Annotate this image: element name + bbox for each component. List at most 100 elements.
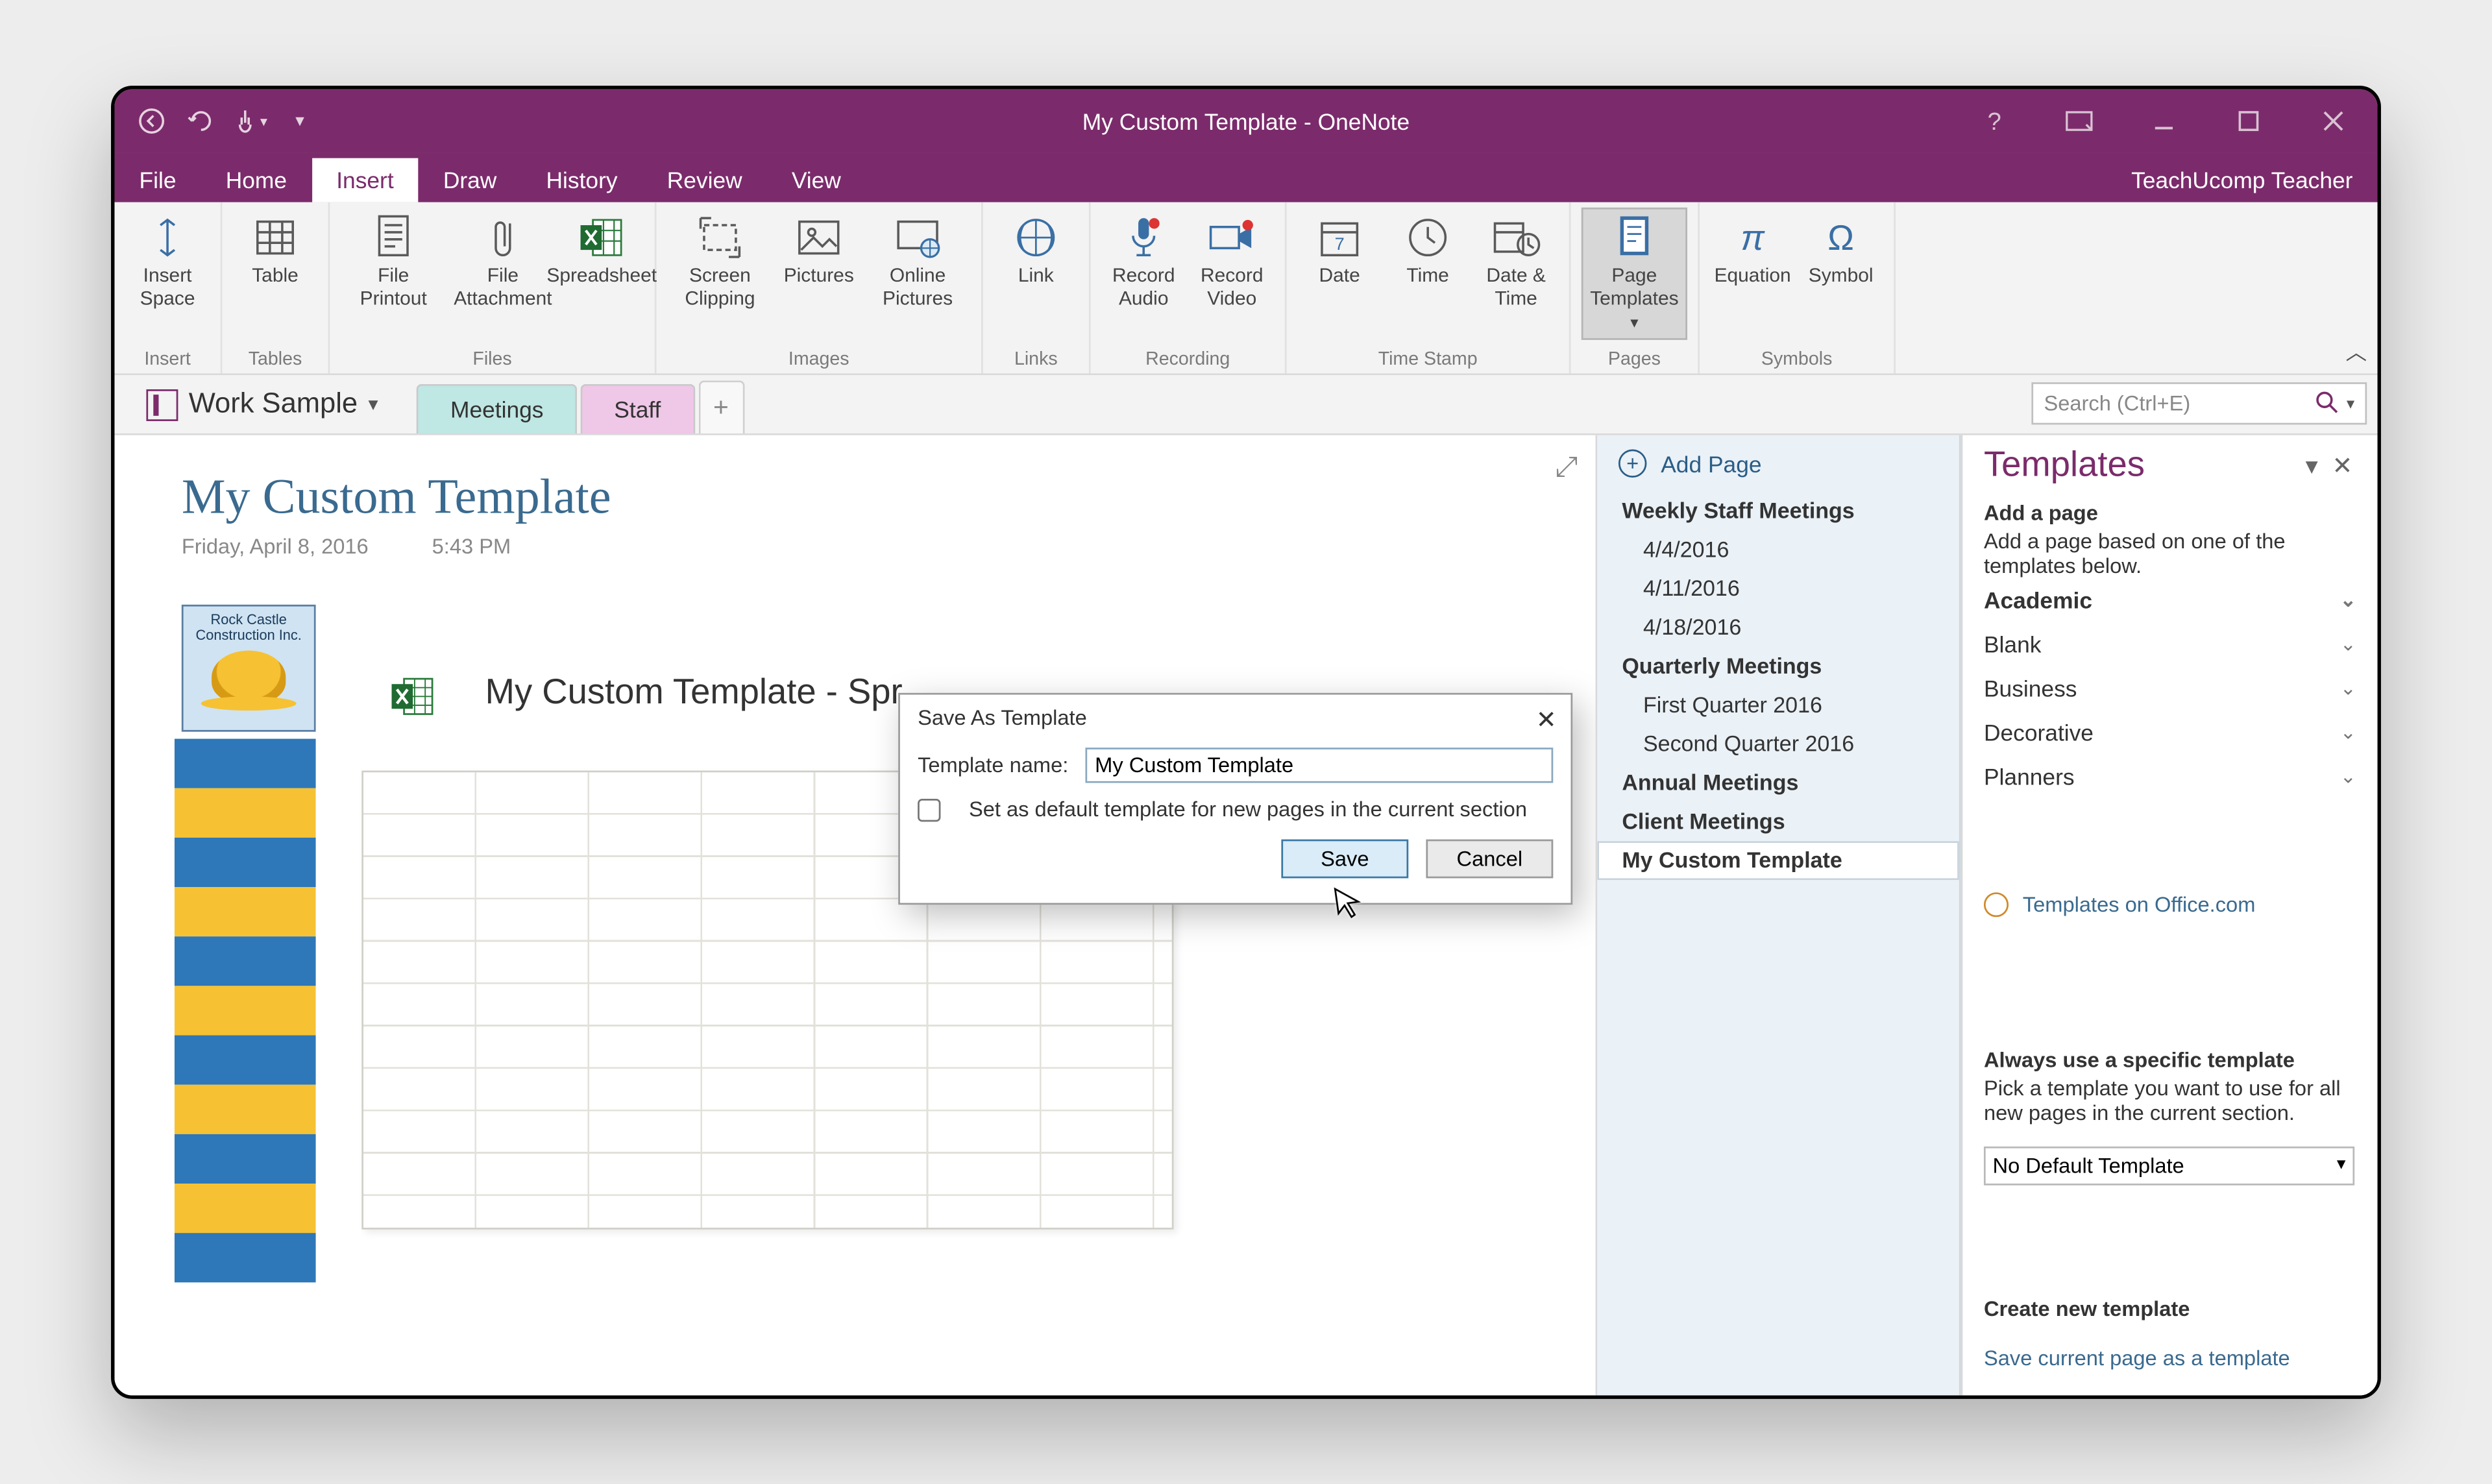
menu-file[interactable]: File xyxy=(114,158,201,202)
chevron-down-icon: ⌄ xyxy=(2340,633,2356,655)
menu-tab-home[interactable]: Home xyxy=(201,158,312,202)
time-button[interactable]: Time xyxy=(1386,207,1471,293)
save-template-link[interactable]: Save current page as a template xyxy=(1962,1339,2377,1378)
record-audio-button[interactable]: RecordAudio xyxy=(1101,207,1186,317)
record-video-button[interactable]: RecordVideo xyxy=(1190,207,1275,317)
search-input[interactable]: Search (Ctrl+E) ▾ xyxy=(2031,382,2367,424)
insert-space-label: InsertSpace xyxy=(140,265,195,311)
page-canvas[interactable]: ⤢ My Custom Template Friday, April 8, 20… xyxy=(114,435,1597,1395)
back-icon[interactable] xyxy=(132,101,171,140)
template-category-business[interactable]: Business⌄ xyxy=(1962,666,2377,711)
chevron-down-icon: ▾ xyxy=(2337,1155,2346,1174)
help-icon[interactable]: ? xyxy=(1957,94,2031,147)
undo-icon[interactable] xyxy=(182,101,221,140)
pictures-button[interactable]: Pictures xyxy=(776,207,861,293)
link-button[interactable]: Link xyxy=(994,207,1079,293)
page-title[interactable]: My Custom Template xyxy=(114,435,1595,533)
menu-tab-insert[interactable]: Insert xyxy=(312,158,419,202)
page-list-item[interactable]: 4/11/2016 xyxy=(1597,569,1959,608)
chevron-down-icon: ▾ xyxy=(368,393,378,415)
save-button[interactable]: Save xyxy=(1281,839,1408,878)
menu-tab-draw[interactable]: Draw xyxy=(419,158,522,202)
dialog-close-icon[interactable]: ✕ xyxy=(1536,705,1557,735)
ribbon-group-tables: Table Tables xyxy=(222,202,330,373)
page-list-panel: + Add Page Weekly Staff Meetings4/4/2016… xyxy=(1597,435,1961,1395)
default-template-label: Set as default template for new pages in… xyxy=(969,797,1527,821)
ribbon-group-label: Links xyxy=(1014,345,1058,370)
menu-tab-view[interactable]: View xyxy=(767,158,866,202)
menu-tabs: File HomeInsertDrawHistoryReviewView Tea… xyxy=(114,152,2377,202)
default-template-select[interactable]: No Default Template ▾ xyxy=(1984,1145,2354,1184)
chevron-down-icon: ⌄ xyxy=(2340,589,2356,611)
search-scope-icon[interactable]: ▾ xyxy=(2347,393,2354,413)
spreadsheet-button[interactable]: Spreadsheet xyxy=(559,207,644,293)
add-page-button[interactable]: + Add Page xyxy=(1597,435,1959,491)
ribbon-group-recording: RecordAudioRecordVideoRecording xyxy=(1091,202,1287,373)
page-list-item[interactable]: First Quarter 2016 xyxy=(1597,685,1959,724)
cancel-button[interactable]: Cancel xyxy=(1426,839,1553,878)
touch-mode-icon[interactable]: ▾ xyxy=(231,101,270,140)
section-bar: Work Sample ▾ MeetingsStaff + Search (Ct… xyxy=(114,375,2377,435)
logo-image[interactable]: Rock Castle Construction Inc. xyxy=(182,604,316,731)
template-name-input[interactable] xyxy=(1086,748,1554,783)
account-name[interactable]: TeachUcomp Teacher xyxy=(2107,158,2378,202)
ribbon-group-insert: InsertSpaceInsert xyxy=(114,202,222,373)
screen-clipping-button[interactable]: ScreenClipping xyxy=(667,207,773,317)
default-template-checkbox[interactable] xyxy=(918,797,940,820)
file-attachment-button[interactable]: FileAttachment xyxy=(450,207,556,317)
page-list-item[interactable]: 4/4/2016 xyxy=(1597,530,1959,569)
maximize-icon[interactable] xyxy=(2212,94,2286,147)
section-tab-meetings[interactable]: Meetings xyxy=(417,383,577,433)
date-time-button[interactable]: Date &Time xyxy=(1474,207,1559,317)
file-attachment-icon xyxy=(478,212,528,262)
menu-tab-review[interactable]: Review xyxy=(642,158,767,202)
page-list-item[interactable]: Quarterly Meetings xyxy=(1597,647,1959,686)
section-tab-staff[interactable]: Staff xyxy=(581,383,694,433)
insert-space-button[interactable]: InsertSpace xyxy=(125,207,210,317)
ribbon-group-time-stamp: 7DateTimeDate &TimeTime Stamp xyxy=(1287,202,1571,373)
date-button[interactable]: 7Date xyxy=(1297,207,1382,293)
page-list-item[interactable]: My Custom Template xyxy=(1597,841,1959,880)
qat-customize-icon[interactable]: ▾ xyxy=(280,101,319,140)
chevron-down-icon: ⌄ xyxy=(2340,765,2356,788)
link-icon xyxy=(1011,212,1060,262)
spreadsheet-title[interactable]: My Custom Template - Spr xyxy=(485,673,903,714)
template-category-decorative[interactable]: Decorative⌄ xyxy=(1962,711,2377,755)
ribbon-group-label: Tables xyxy=(249,345,302,370)
table-button[interactable]: Table xyxy=(233,207,318,293)
page-list-item[interactable]: Annual Meetings xyxy=(1597,763,1959,802)
office-templates-link[interactable]: Templates on Office.com xyxy=(1962,886,2377,935)
symbol-button[interactable]: ΩSymbol xyxy=(1798,207,1883,293)
table-label: Table xyxy=(252,265,299,288)
pictures-label: Pictures xyxy=(784,265,854,288)
page-list-item[interactable]: Second Quarter 2016 xyxy=(1597,724,1959,763)
template-category-blank[interactable]: Blank⌄ xyxy=(1962,622,2377,666)
file-printout-button[interactable]: FilePrintout xyxy=(341,207,446,317)
template-category-planners[interactable]: Planners⌄ xyxy=(1962,755,2377,799)
notebook-picker[interactable]: Work Sample ▾ xyxy=(128,381,395,427)
equation-button[interactable]: πEquation xyxy=(1710,207,1795,293)
date-label: Date xyxy=(1319,265,1360,288)
add-page-desc: Add a page based on one of the templates… xyxy=(1984,528,2286,578)
table-icon xyxy=(250,212,300,262)
pane-options-icon[interactable]: ▾ xyxy=(2299,451,2325,481)
minimize-icon[interactable] xyxy=(2127,94,2201,147)
page-list-item[interactable]: 4/18/2016 xyxy=(1597,608,1959,647)
online-pictures-icon xyxy=(893,212,942,262)
notebook-icon xyxy=(146,388,178,420)
page-templates-button[interactable]: PageTemplates ▾ xyxy=(1582,207,1687,339)
collapse-ribbon-icon[interactable]: ︿ xyxy=(2346,336,2367,366)
online-pictures-button[interactable]: OnlinePictures xyxy=(864,207,970,317)
expand-icon[interactable]: ⤢ xyxy=(1556,452,1578,484)
pictures-icon xyxy=(794,212,844,262)
close-icon[interactable] xyxy=(2296,94,2370,147)
save-as-template-dialog: Save As Template ✕ Template name: Set as… xyxy=(898,692,1572,904)
template-category-academic[interactable]: Academic⌄ xyxy=(1962,578,2377,622)
pane-close-icon[interactable]: ✕ xyxy=(2325,451,2360,481)
always-desc: Pick a template you want to use for all … xyxy=(1984,1075,2341,1125)
menu-tab-history[interactable]: History xyxy=(521,158,642,202)
page-list-item[interactable]: Weekly Staff Meetings xyxy=(1597,491,1959,530)
add-section-button[interactable]: + xyxy=(698,380,744,433)
ribbon-display-icon[interactable] xyxy=(2042,94,2116,147)
page-list-item[interactable]: Client Meetings xyxy=(1597,802,1959,841)
